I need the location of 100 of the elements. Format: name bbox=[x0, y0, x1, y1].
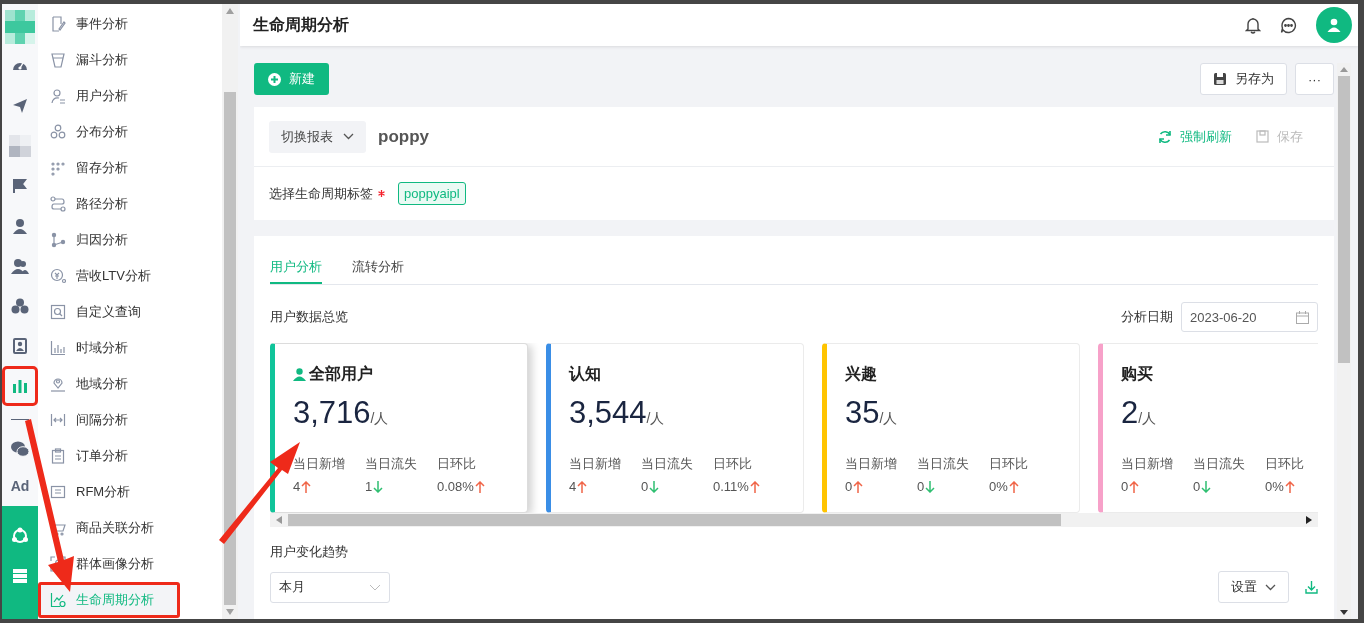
menu-item[interactable]: 自定义查询 bbox=[38, 294, 222, 330]
user-icon bbox=[50, 88, 66, 104]
menu-item[interactable]: 用户分析 bbox=[38, 78, 222, 114]
path-icon bbox=[50, 196, 66, 212]
settings-dropdown[interactable]: 设置 bbox=[1218, 571, 1289, 603]
menu-item[interactable]: RFM分析 bbox=[38, 474, 222, 510]
report-name: poppy bbox=[378, 126, 429, 147]
unit-label: /人 bbox=[646, 410, 665, 426]
period-select[interactable]: 本月 bbox=[270, 571, 390, 603]
menu-item[interactable]: 路径分析 bbox=[38, 186, 222, 222]
calendar-icon bbox=[1296, 310, 1309, 324]
chevron-down-icon bbox=[343, 133, 354, 140]
line-chart-icon bbox=[50, 592, 66, 608]
section-title: 用户数据总览 bbox=[270, 308, 348, 326]
id-badge-icon[interactable] bbox=[13, 338, 27, 354]
circles-icon bbox=[50, 124, 66, 140]
card-value: 3,544 bbox=[569, 395, 647, 430]
unit-label: /人 bbox=[879, 410, 898, 426]
chat-bubble-icon[interactable] bbox=[1280, 16, 1297, 34]
menu-item[interactable]: 分布分析 bbox=[38, 114, 222, 150]
plus-circle-icon bbox=[268, 72, 281, 86]
cluster-icon[interactable] bbox=[11, 298, 29, 314]
stat-card[interactable]: 购买 2/人 当日新增 0 当日流失 0 日环比 0% bbox=[1098, 343, 1318, 513]
scroll-up-arrow-icon[interactable] bbox=[1340, 67, 1348, 72]
stat-card[interactable]: 兴趣 35/人 当日新增 0 当日流失 0 日环比 0% bbox=[822, 343, 1080, 513]
coin-icon bbox=[50, 268, 66, 284]
dots-icon bbox=[50, 160, 66, 176]
avatar[interactable] bbox=[1316, 7, 1352, 43]
stat-value: 4 bbox=[569, 479, 577, 494]
stat-card[interactable]: 认知 3,544/人 当日新增 4 当日流失 0 日环比 0.11% bbox=[546, 343, 804, 513]
tab[interactable]: 流转分析 bbox=[352, 256, 404, 284]
hub-icon[interactable] bbox=[11, 527, 29, 545]
card-title: 认知 bbox=[569, 364, 601, 384]
scrollbar-thumb[interactable] bbox=[288, 514, 1061, 526]
chat-icon[interactable] bbox=[11, 441, 29, 457]
menu-item[interactable]: 归因分析 bbox=[38, 222, 222, 258]
stat-value: 0 bbox=[845, 479, 853, 494]
section-title: 用户变化趋势 bbox=[270, 543, 349, 561]
card-value: 2 bbox=[1121, 395, 1139, 430]
send-icon[interactable] bbox=[12, 98, 28, 114]
refresh-icon bbox=[1158, 129, 1172, 144]
scrollbar-thumb[interactable] bbox=[224, 92, 236, 605]
user-icon[interactable] bbox=[12, 218, 28, 234]
stat-label: 当日新增 bbox=[569, 455, 622, 473]
lifecycle-tag-label: 选择生命周期标签 bbox=[269, 184, 373, 203]
scroll-up-arrow-icon[interactable] bbox=[226, 8, 234, 14]
scroll-down-arrow-icon[interactable] bbox=[1340, 610, 1348, 615]
menu-item[interactable]: 留存分析 bbox=[38, 150, 222, 186]
stat-label: 当日流失 bbox=[917, 455, 970, 473]
funnel-icon bbox=[50, 52, 66, 68]
scroll-right-arrow-icon[interactable] bbox=[1306, 516, 1312, 524]
stat-label: 当日新增 bbox=[293, 455, 346, 473]
menu-item[interactable]: 订单分析 bbox=[38, 438, 222, 474]
stat-value: 0 bbox=[917, 479, 925, 494]
date-label: 分析日期 bbox=[1121, 308, 1173, 326]
card-title: 全部用户 bbox=[309, 364, 373, 384]
stat-value: 0% bbox=[989, 479, 1008, 494]
flag-icon[interactable] bbox=[12, 178, 28, 194]
stat-value: 0% bbox=[1265, 479, 1284, 494]
stat-label: 当日流失 bbox=[365, 455, 418, 473]
clipboard-icon bbox=[50, 448, 66, 464]
menu-item[interactable]: 时域分析 bbox=[38, 330, 222, 366]
server-icon[interactable] bbox=[12, 568, 28, 584]
user-icon bbox=[293, 368, 306, 381]
stat-label: 日环比 bbox=[713, 455, 753, 473]
menu-item[interactable]: 地域分析 bbox=[38, 366, 222, 402]
stat-label: 日环比 bbox=[437, 455, 477, 473]
menu-item[interactable]: 事件分析 bbox=[38, 6, 222, 42]
search-icon bbox=[50, 304, 66, 320]
switch-report-dropdown[interactable]: 切换报表 bbox=[269, 120, 366, 153]
bar-chart-icon[interactable] bbox=[12, 378, 28, 394]
document-icon bbox=[50, 16, 66, 32]
more-button[interactable]: ··· bbox=[1295, 63, 1334, 95]
stat-label: 日环比 bbox=[989, 455, 1029, 473]
stat-value: 0 bbox=[1193, 479, 1201, 494]
stat-label: 当日新增 bbox=[845, 455, 898, 473]
stat-value: 1 bbox=[365, 479, 373, 494]
menu-item[interactable]: 营收LTV分析 bbox=[38, 258, 222, 294]
unit-label: /人 bbox=[370, 410, 389, 426]
scrollbar-thumb[interactable] bbox=[1338, 76, 1350, 363]
chevron-down-icon bbox=[1265, 583, 1276, 591]
blurred-icon[interactable] bbox=[9, 135, 31, 157]
scroll-left-arrow-icon[interactable] bbox=[276, 516, 282, 524]
stat-card[interactable]: 全部用户 3,716/人 当日新增 4 当日流失 1 日环比 0.08% bbox=[270, 343, 528, 513]
unit-label: /人 bbox=[1138, 410, 1157, 426]
logo-icon bbox=[5, 10, 35, 44]
page-title: 生命周期分析 bbox=[253, 14, 349, 35]
ad-label[interactable]: Ad bbox=[10, 478, 30, 494]
nodes-icon bbox=[50, 232, 66, 248]
stat-label: 当日新增 bbox=[1121, 455, 1174, 473]
save-as-button[interactable]: 另存为 bbox=[1200, 63, 1287, 95]
users-icon[interactable] bbox=[11, 258, 29, 274]
download-icon[interactable] bbox=[1305, 580, 1318, 594]
card-value: 3,716 bbox=[293, 395, 371, 430]
menu-item[interactable]: 间隔分析 bbox=[38, 402, 222, 438]
menu-item[interactable]: 漏斗分析 bbox=[38, 42, 222, 78]
pin-icon bbox=[50, 376, 66, 392]
stat-label: 当日流失 bbox=[1193, 455, 1246, 473]
date-field[interactable]: 2023-06-20 bbox=[1181, 302, 1318, 332]
bell-icon[interactable] bbox=[1245, 16, 1261, 34]
